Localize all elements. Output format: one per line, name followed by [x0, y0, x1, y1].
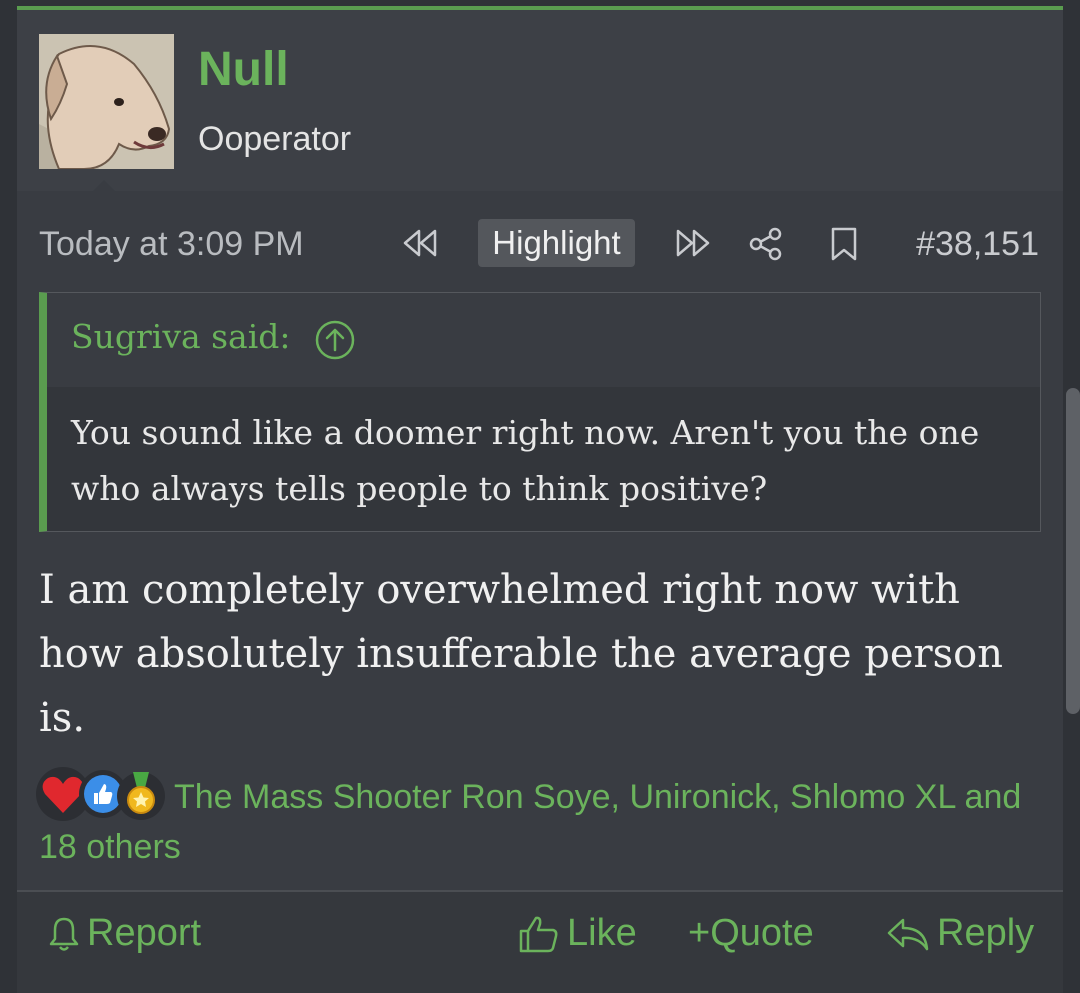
- share-icon[interactable]: [748, 227, 784, 266]
- report-button[interactable]: Report: [47, 912, 201, 955]
- reply-label: Reply: [937, 912, 1035, 954]
- arrow-up-circle-icon[interactable]: [314, 319, 356, 366]
- like-button[interactable]: Like: [517, 912, 637, 955]
- quote-header: Sugriva said:: [47, 293, 1040, 387]
- post-footer: Report Like +Quote Reply: [17, 890, 1063, 993]
- post-message: I am completely overwhelmed right now wi…: [39, 567, 1004, 741]
- user-title: Ooperator: [198, 120, 352, 158]
- quote-author[interactable]: Sugriva said:: [71, 317, 291, 356]
- post-number[interactable]: #38,151: [916, 225, 1039, 264]
- report-label: Report: [87, 912, 202, 954]
- quote-block: Sugriva said: You sound like a doomer ri…: [39, 292, 1041, 532]
- reply-button[interactable]: Reply: [885, 912, 1034, 955]
- like-label: Like: [567, 912, 637, 954]
- rewind-icon[interactable]: [401, 227, 441, 264]
- post-meta: Today at 3:09 PM Highlight #38,151: [17, 191, 1063, 291]
- bookmark-icon[interactable]: [829, 227, 859, 266]
- post-card: Null Ooperator Today at 3:09 PM Highligh…: [17, 6, 1063, 993]
- reaction-names-text[interactable]: The Mass Shooter Ron Soye, Unironick, Sh…: [39, 778, 1021, 866]
- reply-icon: [887, 918, 929, 950]
- username[interactable]: Null: [198, 42, 289, 97]
- post-timestamp[interactable]: Today at 3:09 PM: [39, 225, 304, 264]
- scrollbar[interactable]: [1066, 388, 1080, 714]
- quote-text: You sound like a doomer right now. Aren'…: [71, 413, 980, 508]
- quote-button[interactable]: +Quote: [688, 912, 814, 955]
- dog-avatar-image: [39, 34, 174, 169]
- reaction-names[interactable]: The Mass Shooter Ron Soye, Unironick, Sh…: [39, 772, 1039, 872]
- quote-label: +Quote: [688, 912, 814, 954]
- bell-icon: [49, 917, 79, 951]
- highlight-button[interactable]: Highlight: [478, 219, 635, 267]
- avatar[interactable]: [39, 34, 174, 169]
- fast-forward-icon[interactable]: [672, 227, 712, 264]
- user-header: Null Ooperator: [17, 10, 1063, 191]
- thumbs-up-outline-icon: [519, 916, 558, 952]
